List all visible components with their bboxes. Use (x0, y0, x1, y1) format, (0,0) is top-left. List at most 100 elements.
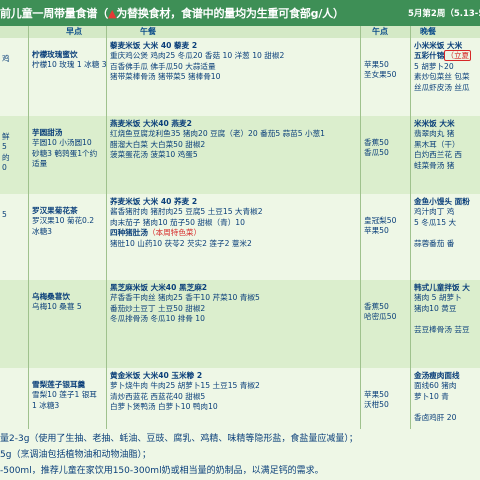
dinner-line: 黑木耳（干） (414, 139, 460, 149)
morning-line: 冰糖3 (32, 226, 53, 236)
lunch-line: 荞麦米饭 大米 40 荞麦 2 (110, 197, 198, 206)
morning-line: 芋圆10 小汤圆10 (32, 138, 92, 148)
dinner-line: 面线60 猪肉 (414, 381, 457, 391)
morning-line: 柠檬10 玫瑰 1 冰糖 3 (32, 60, 107, 70)
col-dinner: 晚餐 (420, 27, 436, 36)
dinner-line: 蛙菜骨汤 猪 (414, 160, 455, 170)
day-row: 乌梅桑葚饮 乌梅10 桑葚 5 黑芝麻米饭 大米40 黑芝麻2 芹香香干肉丝 猪肉25… (0, 280, 480, 369)
morning-line: 雪梨10 莲子1 银耳 (32, 390, 97, 400)
dinner-line: 韩式儿童拌饭 大 (414, 283, 470, 292)
lunch-line: 萝卜烧牛肉 牛肉25 胡萝卜15 土豆15 青椒2 (110, 381, 260, 391)
afternoon-line: 沃柑50 (364, 400, 389, 410)
afternoon-line: 香蕉50 (364, 138, 389, 147)
dinner-line: 5 胡萝卜20 (414, 61, 454, 71)
divider (360, 26, 361, 429)
morning-line: 乌梅桑葚饮 (32, 292, 70, 301)
day-row: 雪梨莲子银耳羹 雪梨10 莲子1 银耳 1 冰糖3 黄金米饭 大米40 玉米糁 2 萝卜… (0, 368, 480, 430)
dinner-line: 丝瓜虾皮汤 丝瓜 (414, 82, 470, 92)
afternoon-cell: 苹果50 沃柑50 (364, 390, 389, 411)
lunch-line: 重庆鸡公煲 鸡肉25 冬瓜20 香菇 10 洋葱 10 甜椒2 (110, 51, 285, 61)
morning-line: 罗汉果菊花茶 (32, 206, 78, 215)
dinner-line: 鸡汁肉丁 鸡 (414, 207, 455, 217)
dinner-line: 翡翠肉丸 猪 (414, 129, 455, 139)
left-line: 0 (2, 163, 7, 173)
morning-line: 芋圆甜汤 (32, 128, 63, 137)
lunch-line: 白萝卜煲鸭汤 白萝卜10 鸭肉10 (110, 402, 218, 412)
day-row: 鸡柠檬玫瑰蜜饮 柠檬10 玫瑰 1 冰糖 3 藜麦米饭 大米 40 藜麦 2 重庆鸡公… (0, 38, 480, 117)
note-oil: 5g（烹调油包括植物油和动物油脂）； (0, 450, 151, 460)
lunch-cell: 藜麦米饭 大米 40 藜麦 2 重庆鸡公煲 鸡肉25 冬瓜20 香菇 10 洋葱 … (110, 41, 284, 83)
afternoon-line: 苹果50 (364, 226, 389, 236)
dinner-cell: 米米饭 大米 翡翠肉丸 猪黑木耳（干） 白灼西兰花 西蛙菜骨汤 猪 (414, 119, 462, 171)
left-cell: 5 (2, 210, 7, 220)
lunch-cell: 燕麦米饭 大米40 燕麦2 红烧鱼豆腐龙利鱼35 猪肉20 豆腐（老）20 番茄5… (110, 119, 325, 161)
morning-cell: 乌梅桑葚饮 乌梅10 桑葚 5 (32, 292, 82, 313)
morning-line: 雪梨莲子银耳羹 (32, 380, 86, 389)
left-cell: 鲜5的0 (2, 132, 10, 174)
morning-line: 罗汉果10 菊花0.2 (32, 216, 95, 226)
dinner-line: 素炒包菜丝 包菜 (414, 72, 470, 82)
week-date: 5月第2周（5.13-5 (408, 9, 480, 19)
page-title: 前儿童一周带量食谱（▲为替换食材，食谱中的量均为生重可食部g/人） (0, 5, 344, 21)
note-milk: -500ml，推荐儿童在家饮用150-300ml奶或相当量的奶制品，以满足钙的需… (0, 466, 324, 476)
afternoon-line: 皇冠梨50 (364, 216, 397, 225)
menu-page: 前儿童一周带量食谱（▲为替换食材，食谱中的量均为生重可食部g/人） 5月第2周（… (0, 0, 480, 480)
morning-line: 砂糖3 鹌鹑蛋1个约 (32, 148, 98, 158)
col-afternoon: 午点 (372, 27, 388, 36)
lunch-line: 清炒西蓝花 西蓝花40 甜椒5 (110, 391, 206, 401)
dinner-line: 米米饭 大米 (414, 119, 455, 128)
left-line: 鸡 (2, 54, 10, 63)
morning-line: 适量 (32, 159, 48, 169)
dinner-line: 白灼西兰花 西 (414, 150, 462, 160)
lunch-line: 冬瓜排骨汤 冬瓜10 排骨 10 (110, 314, 205, 324)
dinner-line: 猪肉10 黄豆 (414, 303, 457, 313)
afternoon-line: 苹果50 (364, 390, 389, 399)
dinner-cell: 金汤瘦肉面线 面线60 猪肉 萝卜10 青 香卤鸡肝 20 (414, 371, 460, 423)
lunch-line: 猪肚10 山药10 茯苓2 芡实2 莲子2 薏米2 (110, 238, 252, 248)
morning-cell: 罗汉果菊花茶 罗汉果10 菊花0.2 冰糖3 (32, 206, 94, 237)
day-row: 5 罗汉果菊花茶 罗汉果10 菊花0.2 冰糖3 荞麦米饭 大米 40 荞麦 2 酱香猪肘… (0, 194, 480, 281)
left-cell: 鸡 (2, 54, 10, 64)
dinner-line: 5 冬瓜15 大 (414, 217, 457, 227)
lunch-line: 猪带菜棒骨汤 猪带菜5 猪棒骨10 (110, 72, 221, 82)
left-line: 5 (2, 210, 7, 219)
divider (410, 26, 411, 429)
morning-line: 1 冰糖3 (32, 400, 60, 410)
dinner-line (414, 402, 460, 412)
morning-line: 柠檬玫瑰蜜饮 (32, 50, 78, 59)
lunch-line: 肉末茄子 猪肉10 茄子50 甜椒（青）10 (110, 217, 245, 227)
nutrition-notes: 量2-3g（使用了生抽、老抽、蚝油、豆豉、腐乳、鸡精、味精等隐形盐，食盐量应减量… (0, 429, 480, 480)
lunch-line: 藜麦米饭 大米 40 藜麦 2 (110, 41, 198, 50)
title-part-b: 为替换食材，食谱中的量均为生重可食部g/人） (116, 7, 344, 20)
lunch-line: 黄金米饭 大米40 玉米糁 2 (110, 371, 203, 380)
afternoon-line: 苹果50 (364, 60, 389, 69)
dinner-line (414, 228, 470, 238)
lunch-cell: 荞麦米饭 大米 40 荞麦 2 酱香猪肘肉 猪肘肉25 豆腐5 土豆15 大青椒2… (110, 197, 263, 249)
lunch-line: 酱香猪肘肉 猪肘肉25 豆腐5 土豆15 大青椒2 (110, 207, 263, 217)
dinner-line: 萝卜10 青 (414, 391, 449, 401)
menu-grid: 鸡柠檬玫瑰蜜饮 柠檬10 玫瑰 1 冰糖 3 藜麦米饭 大米 40 藜麦 2 重庆鸡公… (0, 38, 480, 430)
morning-line: 乌梅10 桑葚 5 (32, 302, 82, 312)
morning-cell: 柠檬玫瑰蜜饮 柠檬10 玫瑰 1 冰糖 3 (32, 50, 107, 71)
lunch-line: 红烧鱼豆腐龙利鱼35 猪肉20 豆腐（老）20 番茄5 蒜苗5 小葱1 (110, 129, 326, 139)
title-part-a: 前儿童一周带量食谱（ (0, 7, 108, 20)
dinner-line: 芸豆棒骨汤 芸豆 (414, 324, 470, 334)
afternoon-line: 哈密瓜50 (364, 312, 397, 322)
dinner-line: 金汤瘦肉面线 (414, 371, 460, 380)
dinner-line: 香卤鸡肝 20 (414, 412, 457, 422)
day-row: 鲜 5 的 0 芋圆甜汤 芋圆10 小汤圆10 砂糖3 鹌鹑蛋1个约 适量 燕麦米饭 大米40 … (0, 116, 480, 195)
dinner-cell: 金鱼小馒头 面粉 鸡汁肉丁 鸡5 冬瓜15 大 蒜蓉番茄 番 (414, 197, 470, 249)
dinner-line: 蒜蓉番茄 番 (414, 238, 455, 248)
afternoon-cell: 香蕉50 哈密瓜50 (364, 302, 396, 323)
lunch-cell: 黑芝麻米饭 大米40 黑芝麻2 芹香香干肉丝 猪肉25 香干10 芹菜10 青椒5… (110, 283, 260, 325)
col-lunch: 午餐 (140, 27, 156, 36)
left-line: 5 (2, 142, 7, 152)
lunch-line: 醋溜大白菜 大白菜50 甜椒2 (110, 139, 206, 149)
afternoon-line: 香瓜50 (364, 148, 389, 158)
morning-cell: 芋圆甜汤 芋圆10 小汤圆10 砂糖3 鹌鹑蛋1个约 适量 (32, 128, 97, 170)
col-morning: 早点 (66, 27, 82, 36)
dinner-line: 猪肉 5 胡萝卜 (414, 293, 462, 303)
lunch-line: 番茄炒土豆丁 土豆50 甜椒2 (110, 303, 206, 313)
lunch-line: 燕麦米饭 大米40 燕麦2 (110, 119, 192, 128)
morning-cell: 雪梨莲子银耳羹 雪梨10 莲子1 银耳 1 冰糖3 (32, 380, 97, 411)
